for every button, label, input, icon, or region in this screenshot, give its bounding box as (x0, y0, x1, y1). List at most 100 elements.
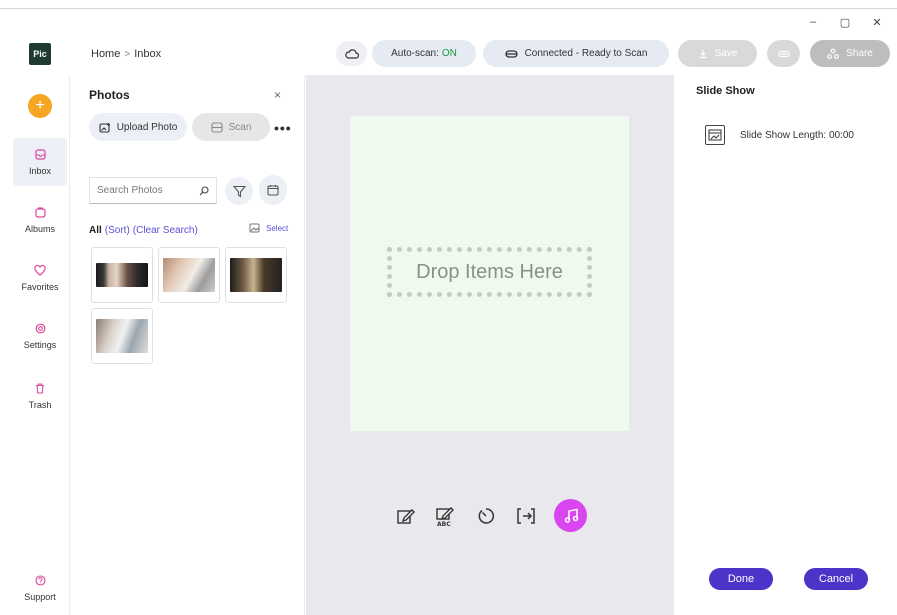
filter-icon (232, 185, 246, 198)
print-button[interactable] (767, 40, 800, 67)
download-icon (699, 49, 707, 58)
music-note-icon (564, 508, 578, 523)
slideshow-title: Slide Show (696, 85, 755, 97)
photos-panel-title: Photos (89, 88, 130, 102)
photo-thumbnail[interactable] (158, 247, 220, 303)
slideshow-canvas-area: Drop Items Here ABC (306, 75, 674, 615)
search-input-placeholder: Search Photos (97, 185, 163, 196)
slide-tools: ABC (394, 499, 587, 532)
albums-icon (34, 207, 46, 219)
breadcrumb-separator: > (124, 48, 131, 60)
minimize-button[interactable]: – (797, 14, 829, 30)
scan-label: Scan (228, 121, 252, 133)
window-controls: – ▢ ✕ (797, 14, 893, 30)
slideshow-icon (705, 125, 725, 145)
clear-search-link[interactable]: (Clear Search) (133, 225, 198, 236)
save-label: Save (714, 48, 738, 59)
nav-label-settings: Settings (23, 339, 57, 350)
photo-thumbnail[interactable] (225, 247, 287, 303)
more-options-button[interactable]: ••• (274, 120, 292, 136)
help-icon (34, 575, 46, 587)
heart-icon (34, 265, 46, 277)
sort-link[interactable]: (Sort) (105, 225, 130, 236)
upload-image-icon (99, 122, 110, 133)
upload-photo-label: Upload Photo (116, 121, 178, 133)
breadcrumb-home[interactable]: Home (91, 48, 120, 60)
photo-image (96, 319, 148, 353)
autoscan-label: Auto-scan: (391, 48, 439, 59)
photos-panel: Photos × Upload Photo Scan ••• Search Ph… (71, 75, 305, 615)
photo-image (163, 258, 215, 292)
nav-label-favorites: Favorites (21, 281, 59, 292)
nav-item-albums[interactable]: Albums (13, 196, 67, 244)
select-label: Select (266, 224, 289, 233)
window-top-border (0, 8, 897, 9)
nav-item-trash[interactable]: Trash (13, 372, 67, 420)
edit-tool-button[interactable] (394, 504, 418, 528)
inbox-icon (34, 149, 46, 161)
drop-zone[interactable]: Drop Items Here (350, 116, 629, 431)
trash-icon (34, 383, 46, 395)
search-icon (199, 185, 209, 195)
save-button[interactable]: Save (678, 40, 757, 67)
select-images-icon (249, 223, 260, 233)
breadcrumb-current: Inbox (134, 48, 162, 60)
drop-items-placeholder: Drop Items Here (387, 247, 592, 297)
slideshow-length-value: 00:00 (828, 130, 854, 141)
add-button[interactable]: + (28, 94, 52, 118)
nav-item-favorites[interactable]: Favorites (13, 254, 67, 302)
slideshow-length: Slide Show Length: 00:00 (740, 130, 854, 141)
connection-status-text: Connected - Ready to Scan (524, 48, 648, 59)
upload-photo-button[interactable]: Upload Photo (89, 113, 187, 141)
select-button[interactable]: Select (249, 223, 288, 234)
maximize-button[interactable]: ▢ (829, 14, 861, 30)
photo-thumbnail[interactable] (91, 247, 153, 303)
share-label: Share (846, 48, 873, 59)
nav-label-albums: Albums (24, 223, 55, 234)
share-button[interactable]: Share (810, 40, 890, 67)
scan-icon (211, 121, 223, 133)
main-nav: + Inbox Albums Favorites Settings Trash … (0, 75, 70, 615)
app-logo: Pic (29, 43, 51, 65)
autoscan-toggle[interactable]: Auto-scan: ON (372, 40, 476, 67)
filter-button[interactable] (225, 177, 253, 205)
scan-button[interactable]: Scan (192, 113, 270, 141)
nav-item-support[interactable]: Support (13, 564, 67, 612)
music-tool-button[interactable] (554, 499, 587, 532)
scanner-icon (504, 49, 518, 58)
done-button[interactable]: Done (709, 568, 773, 590)
photo-thumbnail[interactable] (91, 308, 153, 364)
photo-grid (91, 247, 289, 364)
edit-icon (397, 508, 415, 524)
nav-label-trash: Trash (28, 399, 52, 410)
photo-image (96, 263, 148, 287)
transition-icon (517, 507, 535, 524)
calendar-icon (267, 185, 279, 196)
nav-label-inbox: Inbox (28, 165, 52, 176)
nav-item-settings[interactable]: Settings (13, 312, 67, 360)
close-window-button[interactable]: ✕ (861, 14, 893, 30)
gear-icon (34, 323, 46, 335)
timer-icon (478, 507, 495, 524)
search-photos-field[interactable]: Search Photos (89, 177, 217, 204)
filter-all[interactable]: All (89, 225, 102, 236)
timer-tool-button[interactable] (474, 504, 498, 528)
slideshow-panel: Slide Show Slide Show Length: 00:00 Done… (675, 75, 897, 615)
transition-tool-button[interactable] (514, 504, 538, 528)
date-filter-button[interactable] (259, 175, 287, 205)
cancel-button[interactable]: Cancel (804, 568, 868, 590)
photos-panel-close-button[interactable]: × (274, 88, 281, 102)
printer-icon (777, 50, 790, 58)
share-icon (827, 48, 840, 59)
cloud-sync-button[interactable] (336, 41, 367, 66)
edit-text-icon: ABC (436, 506, 454, 527)
nav-label-support: Support (24, 591, 56, 602)
cloud-icon (344, 48, 359, 59)
app-window: – ▢ ✕ Pic Home > Inbox Auto-scan: ON Con… (0, 0, 897, 615)
breadcrumb: Home > Inbox (91, 48, 161, 60)
nav-item-inbox[interactable]: Inbox (13, 138, 67, 186)
scanner-connection-status[interactable]: Connected - Ready to Scan (483, 40, 669, 67)
svg-text:ABC: ABC (437, 521, 451, 527)
edit-text-tool-button[interactable]: ABC (434, 504, 458, 528)
autoscan-status: ON (441, 48, 457, 59)
